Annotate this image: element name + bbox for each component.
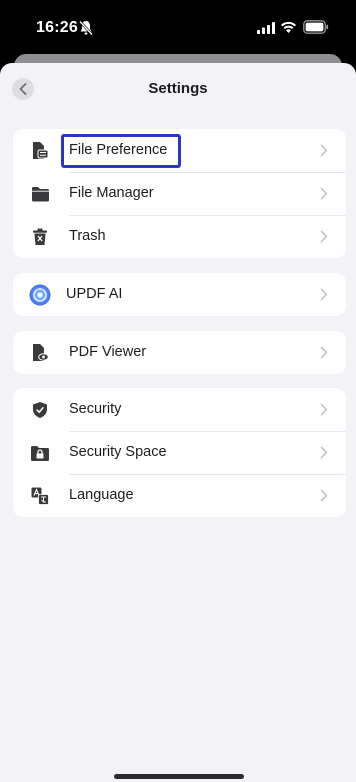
- updf-ai-icon: [28, 283, 52, 307]
- settings-row-label: File Manager: [69, 185, 154, 201]
- settings-row-security-space[interactable]: Security Space: [13, 431, 346, 474]
- settings-group-ai: UPDF AI: [13, 273, 346, 316]
- chevron-right-icon: [320, 144, 328, 157]
- settings-row-label: Security Space: [69, 444, 167, 460]
- settings-row-label: Trash: [69, 228, 106, 244]
- status-time: 16:26: [36, 19, 78, 36]
- chevron-right-icon: [320, 403, 328, 416]
- battery-icon: [303, 20, 329, 34]
- settings-row-file-preference[interactable]: File Preference: [13, 129, 346, 172]
- chevron-right-icon: [320, 346, 328, 359]
- wifi-icon: [281, 21, 296, 33]
- settings-row-language[interactable]: Language: [13, 474, 346, 517]
- lock-folder-icon: [30, 443, 50, 463]
- cellular-signal-icon: [257, 22, 275, 34]
- settings-row-trash[interactable]: Trash: [13, 215, 346, 258]
- pdf-viewer-icon: [30, 343, 50, 363]
- status-bar: 16:26: [0, 0, 356, 58]
- chevron-right-icon: [320, 489, 328, 502]
- language-icon: [30, 486, 50, 506]
- settings-row-file-manager[interactable]: File Manager: [13, 172, 346, 215]
- settings-row-label: PDF Viewer: [69, 344, 147, 360]
- settings-row-updf-ai[interactable]: UPDF AI: [13, 273, 346, 316]
- folder-icon: [30, 184, 50, 204]
- home-indicator[interactable]: [114, 774, 244, 779]
- chevron-right-icon: [320, 446, 328, 459]
- bell-slash-icon: [79, 20, 93, 36]
- trash-icon: [30, 227, 50, 247]
- settings-row-label: Language: [69, 487, 134, 503]
- file-preference-icon: [30, 141, 50, 161]
- settings-group-viewer: PDF Viewer: [13, 331, 346, 374]
- settings-row-pdf-viewer[interactable]: PDF Viewer: [13, 331, 346, 374]
- page-title: Settings: [148, 80, 208, 97]
- chevron-right-icon: [320, 187, 328, 200]
- highlight-box: [61, 134, 181, 168]
- chevron-right-icon: [320, 288, 328, 301]
- settings-row-security[interactable]: Security: [13, 388, 346, 431]
- settings-row-label: UPDF AI: [66, 286, 123, 302]
- settings-group-files: File Preference File Manager Trash: [13, 129, 346, 258]
- settings-group-security: Security Security Space Language: [13, 388, 346, 517]
- shield-icon: [30, 400, 50, 420]
- chevron-right-icon: [320, 230, 328, 243]
- settings-row-label: Security: [69, 401, 122, 417]
